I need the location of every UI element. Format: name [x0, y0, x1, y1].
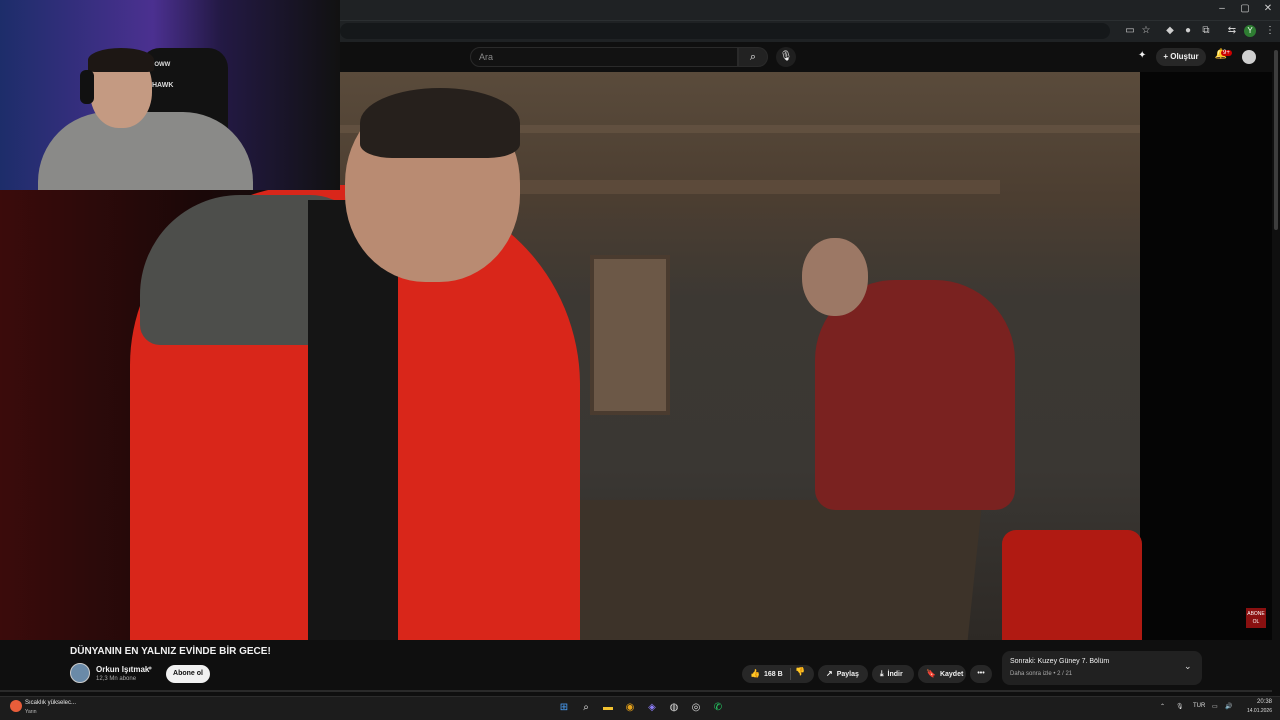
like-count: 168 B — [763, 671, 783, 678]
extensions-puzzle-icon[interactable]: ⧉ — [1198, 24, 1214, 38]
ai-sparkle-icon[interactable]: ✦ — [1138, 50, 1146, 61]
create-label: Oluştur — [1170, 52, 1199, 61]
like-divider — [790, 668, 791, 680]
presenter-hair — [360, 88, 520, 158]
tray-chevron-icon[interactable]: ⌃ — [1160, 703, 1165, 710]
channel-avatar[interactable] — [70, 663, 90, 683]
chevron-down-icon[interactable]: ⌄ — [1184, 661, 1192, 672]
search-taskbar-icon[interactable]: ⌕ — [578, 700, 594, 716]
save-button[interactable]: 🔖 Kaydet — [918, 665, 966, 683]
more-actions-button[interactable]: ••• — [970, 665, 992, 683]
video-title: DÜNYANIN EN YALNIZ EVİNDE BİR GECE! — [70, 646, 271, 657]
verified-icon: ● — [148, 665, 153, 672]
cast-icon[interactable]: ▭ — [1122, 24, 1138, 38]
subscribe-button[interactable]: Abone ol — [166, 665, 210, 683]
streamer-sweater — [38, 112, 253, 190]
weather-subtext: Yarın — [25, 709, 37, 715]
volume-icon[interactable]: 🔊 — [1225, 703, 1232, 710]
share-icon: ↗ — [826, 669, 833, 678]
dislike-icon[interactable]: 👎 — [795, 667, 805, 676]
up-next-card[interactable] — [1002, 651, 1202, 685]
whatsapp-icon[interactable]: ✆ — [710, 700, 726, 716]
download-label: İndir — [887, 671, 903, 678]
minimize-button[interactable]: – — [1210, 3, 1234, 14]
search-icon: ⌕ — [749, 51, 757, 63]
channel-name[interactable]: Orkun Işıtmak — [96, 665, 149, 674]
tab-search-icon[interactable]: ⇆ — [1224, 24, 1240, 38]
download-button[interactable]: ⤓ İndir — [872, 665, 914, 683]
share-button[interactable]: ↗ Paylaş — [818, 665, 868, 683]
up-next-subtitle: Daha sonra izle • 2 / 21 — [1010, 671, 1073, 677]
mic-icon: 🎙 — [779, 51, 793, 62]
like-icon: 👍 — [750, 669, 760, 678]
account-avatar[interactable] — [1242, 50, 1256, 64]
scene-person-head — [802, 238, 868, 316]
notification-badge: 9+ — [1221, 50, 1232, 56]
watermark-label: ABONE OL — [1247, 611, 1265, 625]
up-next-title: Sonraki: Kuzey Güney 7. Bölüm — [1010, 658, 1110, 665]
scrollbar-thumb[interactable] — [1274, 50, 1278, 230]
streamer-hair — [88, 48, 154, 72]
share-label: Paylaş — [836, 671, 859, 678]
search-input[interactable]: Ara — [470, 47, 738, 67]
file-explorer-icon[interactable]: ▬ — [600, 700, 616, 716]
windows-taskbar — [0, 696, 1280, 720]
extension-icon-2[interactable]: ● — [1180, 24, 1196, 38]
app-icon[interactable]: ◍ — [666, 700, 682, 716]
close-window-button[interactable]: ✕ — [1256, 3, 1280, 14]
extension-icon[interactable]: ◆ — [1162, 24, 1178, 38]
scene-wooden-window — [590, 255, 670, 415]
save-label: Kaydet — [939, 671, 964, 678]
taskbar-date[interactable]: 14.01.2026 — [1236, 708, 1272, 714]
chair-logo: HAWK — [152, 82, 174, 89]
weather-icon[interactable] — [10, 700, 22, 712]
create-button[interactable]: + Oluştur — [1156, 48, 1206, 66]
scene-red-chair — [1002, 530, 1142, 640]
scene-table — [547, 500, 983, 640]
browser-tab-strip — [340, 0, 1280, 20]
profile-avatar[interactable]: Y — [1244, 25, 1256, 37]
scene-wall-beam — [500, 180, 1000, 194]
maximize-button[interactable]: ▢ — [1233, 3, 1257, 14]
chrome-icon[interactable]: ◉ — [622, 700, 638, 716]
weather-text[interactable]: Sıcaklık yükselec... — [25, 700, 76, 706]
headset — [80, 70, 94, 104]
taskbar-time[interactable]: 20:38 — [1244, 699, 1272, 705]
download-icon: ⤓ — [880, 669, 884, 678]
language-indicator[interactable]: TUR — [1193, 703, 1205, 709]
page-divider — [0, 690, 1272, 692]
bookmark-star-icon[interactable]: ☆ — [1138, 24, 1154, 38]
network-icon[interactable]: ▭ — [1212, 703, 1218, 710]
subscriber-count: 12,3 Mn abone — [96, 676, 137, 682]
discord-icon[interactable]: ◈ — [644, 700, 660, 716]
tray-mic-icon[interactable]: 🎙 — [1176, 703, 1184, 710]
voice-search-button[interactable]: 🎙 — [776, 47, 796, 67]
save-icon: 🔖 — [926, 669, 936, 678]
windows-start-icon[interactable]: ⊞ — [556, 700, 572, 716]
search-button[interactable]: ⌕ — [738, 47, 768, 67]
obs-icon[interactable]: ◎ — [688, 700, 704, 716]
subscribe-watermark[interactable]: ABONE OL — [1246, 608, 1266, 628]
browser-menu-icon[interactable]: ⋮ — [1262, 24, 1278, 38]
address-bar[interactable] — [340, 23, 1110, 39]
